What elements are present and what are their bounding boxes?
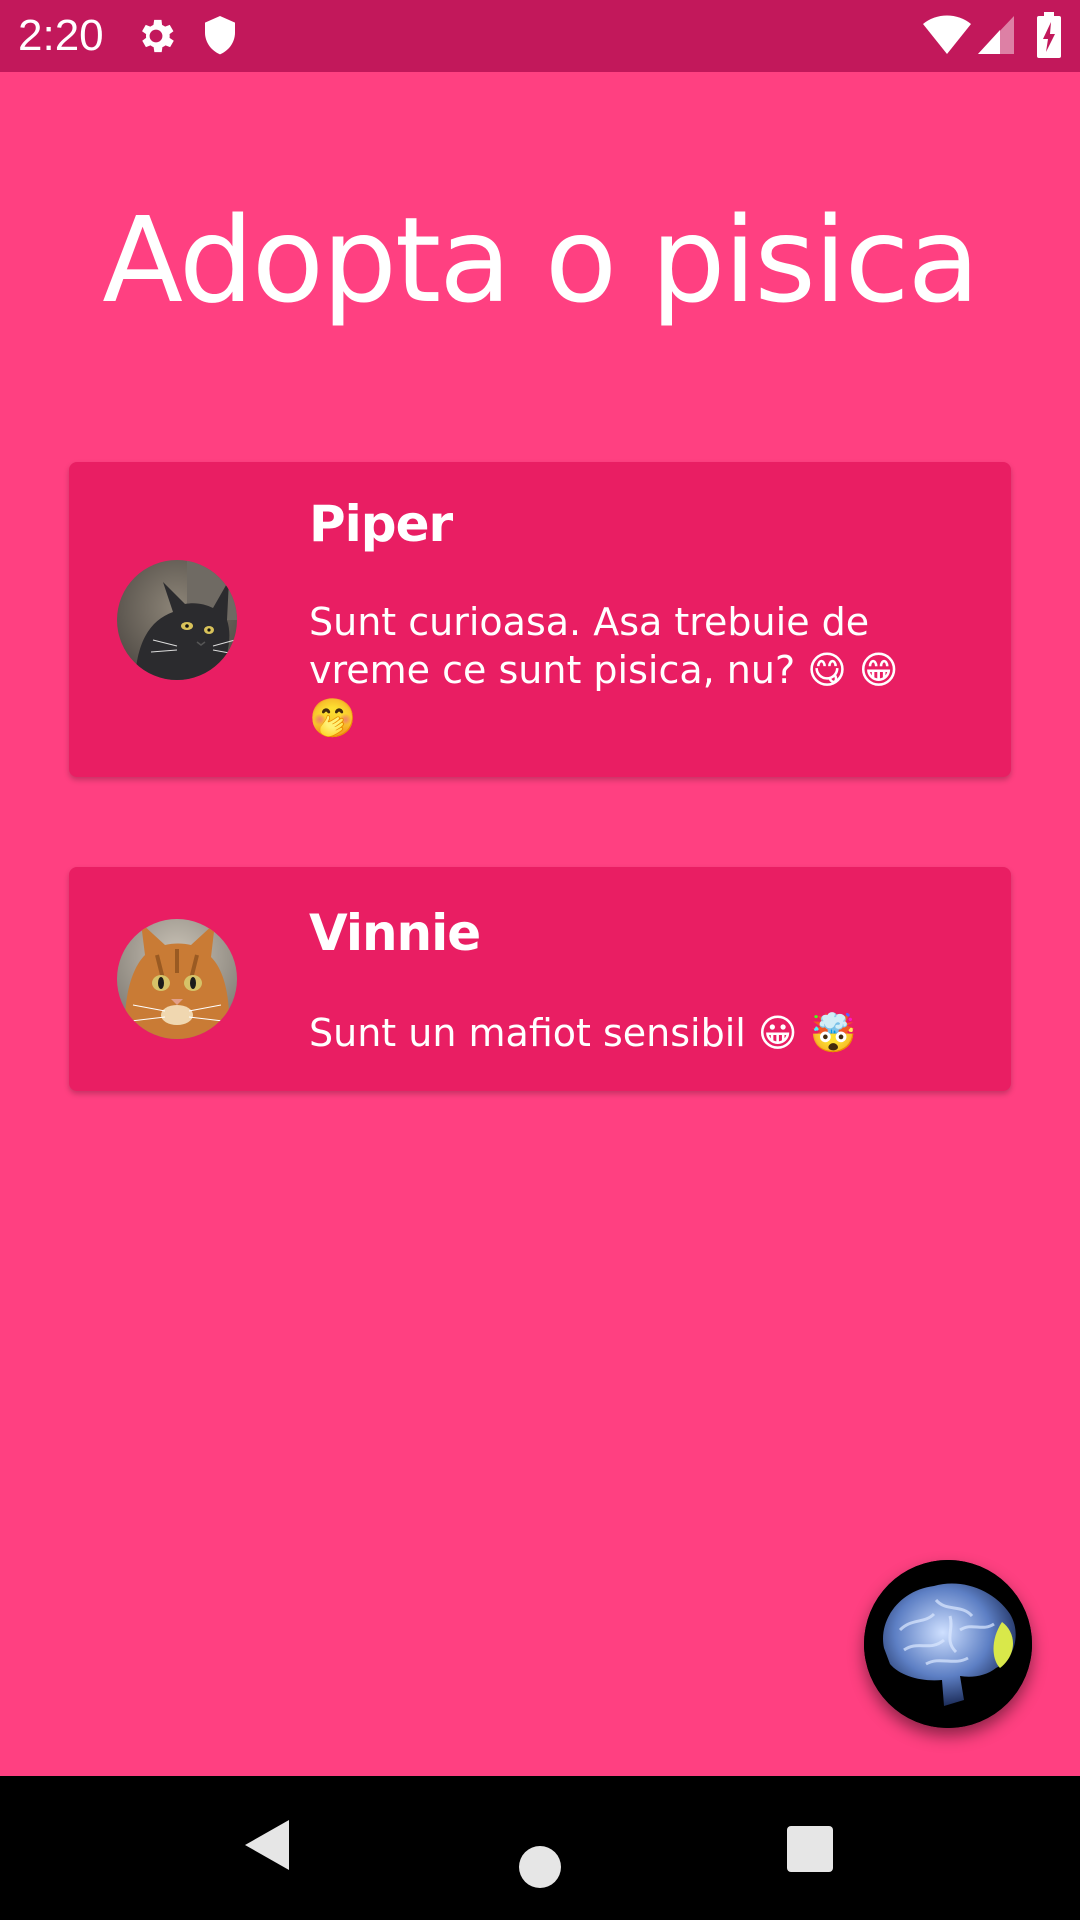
- cat-card-piper[interactable]: Piper Sunt curioasa. Asa trebuie de vrem…: [69, 462, 1011, 777]
- recents-button[interactable]: [787, 1826, 833, 1872]
- cat-description: Sunt curioasa. Asa trebuie de vreme ce s…: [309, 600, 899, 740]
- status-time: 2:20: [18, 11, 104, 60]
- cat-description: Sunt un mafiot sensibil 😀 🤯: [309, 1011, 857, 1055]
- cat-name: Vinnie: [309, 904, 481, 962]
- status-bar: 2:20: [0, 0, 1080, 72]
- avatar: [117, 560, 237, 680]
- back-button[interactable]: [245, 1820, 289, 1875]
- cat-card-vinnie[interactable]: Vinnie Sunt un mafiot sensibil 😀 🤯: [69, 867, 1011, 1091]
- gear-icon: [134, 14, 178, 63]
- cellular-signal-icon: [978, 14, 1014, 61]
- cat-name: Piper: [309, 495, 453, 553]
- wifi-icon: [922, 14, 972, 61]
- page-title: Adopta o pisica: [102, 191, 980, 329]
- brain-fab-button[interactable]: [864, 1560, 1032, 1728]
- battery-charging-icon: [1036, 12, 1062, 63]
- brain-icon: [864, 1560, 1032, 1728]
- home-button[interactable]: [519, 1846, 561, 1888]
- shield-icon: [200, 14, 240, 63]
- avatar: [117, 919, 237, 1039]
